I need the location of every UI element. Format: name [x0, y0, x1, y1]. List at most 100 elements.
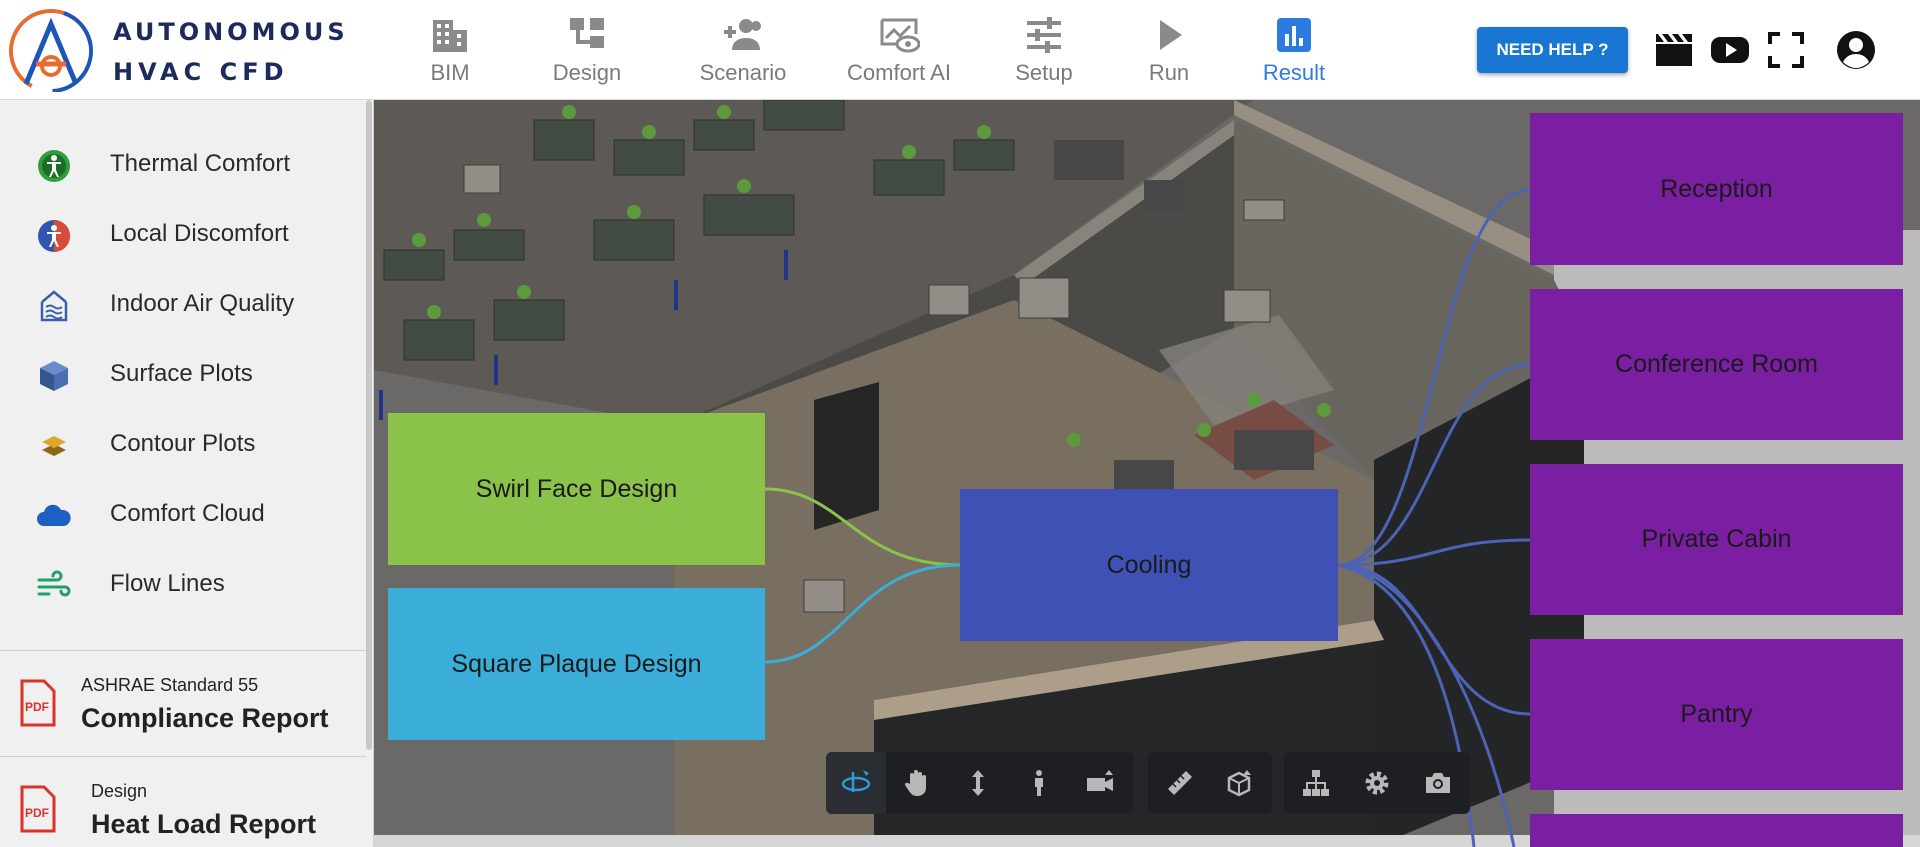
svg-text:PDF: PDF: [25, 700, 49, 714]
top-bar: AUTONOMOUS HVAC CFD BIM Design Scenario …: [0, 0, 1920, 100]
room-node-private-cabin[interactable]: Private Cabin: [1530, 464, 1903, 615]
fullscreen-icon[interactable]: [1764, 28, 1808, 72]
measure-tool[interactable]: [1150, 752, 1210, 814]
eye-chart-icon: [880, 18, 920, 53]
youtube-icon[interactable]: [1708, 28, 1752, 72]
cloud-icon: [37, 504, 71, 526]
flow-lines-icon: [37, 570, 71, 597]
node-label: Swirl Face Design: [475, 474, 678, 503]
sidebar-item-contour-plots[interactable]: Contour Plots: [0, 414, 366, 474]
clapperboard-icon[interactable]: [1652, 28, 1696, 72]
report-title: Heat Load Report: [91, 809, 317, 839]
node-label: Pantry: [1680, 700, 1753, 728]
walk-tool[interactable]: [1009, 752, 1069, 814]
heat-load-report-button[interactable]: PDF Design Heat Load Report: [0, 756, 366, 847]
screenshot-camera-icon: [1426, 773, 1450, 793]
screenshot-tool[interactable]: [1408, 752, 1468, 814]
orbit-icon: [841, 770, 871, 792]
compliance-report-button[interactable]: PDF ASHRAE Standard 55 Compliance Report: [0, 650, 366, 756]
building-icon: [433, 20, 467, 52]
results-sidebar: Thermal Comfort Local Discomfort Indoor …: [0, 100, 374, 847]
camera-tool[interactable]: [1070, 752, 1130, 814]
section-box-icon: [1227, 770, 1251, 797]
person-circle-green-icon: [38, 150, 70, 182]
cube-icon: [40, 361, 68, 391]
ruler-icon: [1168, 771, 1192, 795]
pdf-icon: PDF: [20, 679, 56, 727]
nav-bim[interactable]: BIM: [385, 8, 515, 92]
sidebar-item-label: Contour Plots: [110, 430, 256, 457]
room-node-partial[interactable]: [1530, 814, 1903, 847]
node-label: Cooling: [1106, 550, 1192, 579]
sidebar-item-surface-plots[interactable]: Surface Plots: [0, 344, 366, 404]
play-icon: [1160, 20, 1182, 50]
node-label: Conference Room: [1615, 350, 1818, 378]
sliders-icon: [1027, 17, 1061, 53]
mode-node-cooling[interactable]: Cooling: [960, 489, 1338, 641]
sidebar-item-label: Comfort Cloud: [110, 500, 265, 527]
walk-person-icon: [1035, 770, 1043, 796]
pan-hand-icon: [904, 770, 926, 796]
pdf-icon: PDF: [20, 785, 56, 833]
sidebar-item-label: Indoor Air Quality: [110, 290, 295, 317]
settings-gear-icon: [1365, 771, 1389, 795]
report-subtitle: Design: [91, 781, 148, 801]
nav-label: Comfort AI: [847, 60, 951, 85]
section-box-tool[interactable]: [1210, 752, 1270, 814]
camera-icon: [1087, 770, 1113, 791]
sidebar-item-label: Local Discomfort: [110, 220, 289, 247]
orbit-tool[interactable]: [826, 752, 886, 814]
settings-toolbar: [1284, 752, 1470, 814]
nav-label: Design: [552, 60, 622, 85]
accessibility-icon: [38, 220, 70, 252]
sidebar-item-label: Thermal Comfort: [110, 150, 291, 177]
nav-label: BIM: [430, 60, 470, 85]
design-node-square-plaque[interactable]: Square Plaque Design: [388, 588, 765, 740]
brand-name: AUTONOMOUS HVAC CFD: [113, 12, 349, 92]
people-add-icon: [724, 19, 761, 50]
model-browser-tool[interactable]: [1286, 752, 1346, 814]
room-node-reception[interactable]: Reception: [1530, 113, 1903, 265]
vertical-move-tool[interactable]: [948, 752, 1008, 814]
nav-setup[interactable]: Setup: [979, 8, 1109, 92]
nav-comfort-ai[interactable]: Comfort AI: [834, 8, 964, 92]
nav-label: Run: [1148, 60, 1190, 85]
sidebar-item-thermal-comfort[interactable]: Thermal Comfort: [0, 134, 366, 194]
sidebar-scrollbar[interactable]: [366, 100, 372, 750]
measure-toolbar: [1148, 752, 1272, 814]
account-icon[interactable]: [1834, 28, 1878, 72]
nav-scenario[interactable]: Scenario: [678, 8, 808, 92]
design-node-swirl-face[interactable]: Swirl Face Design: [388, 413, 765, 565]
air-quality-icon: [40, 290, 68, 322]
nav-design[interactable]: Design: [522, 8, 652, 92]
brand-line-1: AUTONOMOUS: [113, 18, 349, 46]
sidebar-item-local-discomfort[interactable]: Local Discomfort: [0, 204, 366, 264]
room-node-pantry[interactable]: Pantry: [1530, 639, 1903, 790]
sidebar-item-comfort-cloud[interactable]: Comfort Cloud: [0, 484, 366, 544]
3d-viewport[interactable]: Swirl Face Design Square Plaque Design C…: [374, 100, 1920, 847]
autonomous-logo: [9, 9, 93, 92]
pan-tool[interactable]: [887, 752, 947, 814]
node-label: Reception: [1660, 174, 1773, 203]
vertical-move-icon: [972, 770, 984, 796]
sidebar-item-indoor-air-quality[interactable]: Indoor Air Quality: [0, 274, 366, 334]
sidebar-item-flow-lines[interactable]: Flow Lines: [0, 554, 366, 614]
node-label: Square Plaque Design: [451, 649, 702, 678]
navigation-toolbar: [826, 752, 1134, 814]
brand-line-2: HVAC CFD: [113, 58, 289, 86]
nav-label: Result: [1262, 60, 1326, 85]
settings-tool[interactable]: [1347, 752, 1407, 814]
report-subtitle: ASHRAE Standard 55: [81, 675, 259, 695]
design-icon: [570, 18, 604, 48]
room-node-conference-room[interactable]: Conference Room: [1530, 289, 1903, 440]
nav-run[interactable]: Run: [1104, 8, 1234, 92]
layers-icon: [42, 436, 66, 456]
sidebar-item-label: Surface Plots: [110, 360, 253, 387]
report-title: Compliance Report: [81, 703, 329, 733]
need-help-button[interactable]: NEED HELP ?: [1477, 27, 1628, 73]
nav-label: Scenario: [699, 60, 787, 85]
sidebar-item-label: Flow Lines: [110, 570, 225, 597]
bar-chart-icon: [1277, 18, 1311, 52]
nav-result[interactable]: Result: [1229, 8, 1359, 92]
node-label: Private Cabin: [1641, 525, 1792, 553]
